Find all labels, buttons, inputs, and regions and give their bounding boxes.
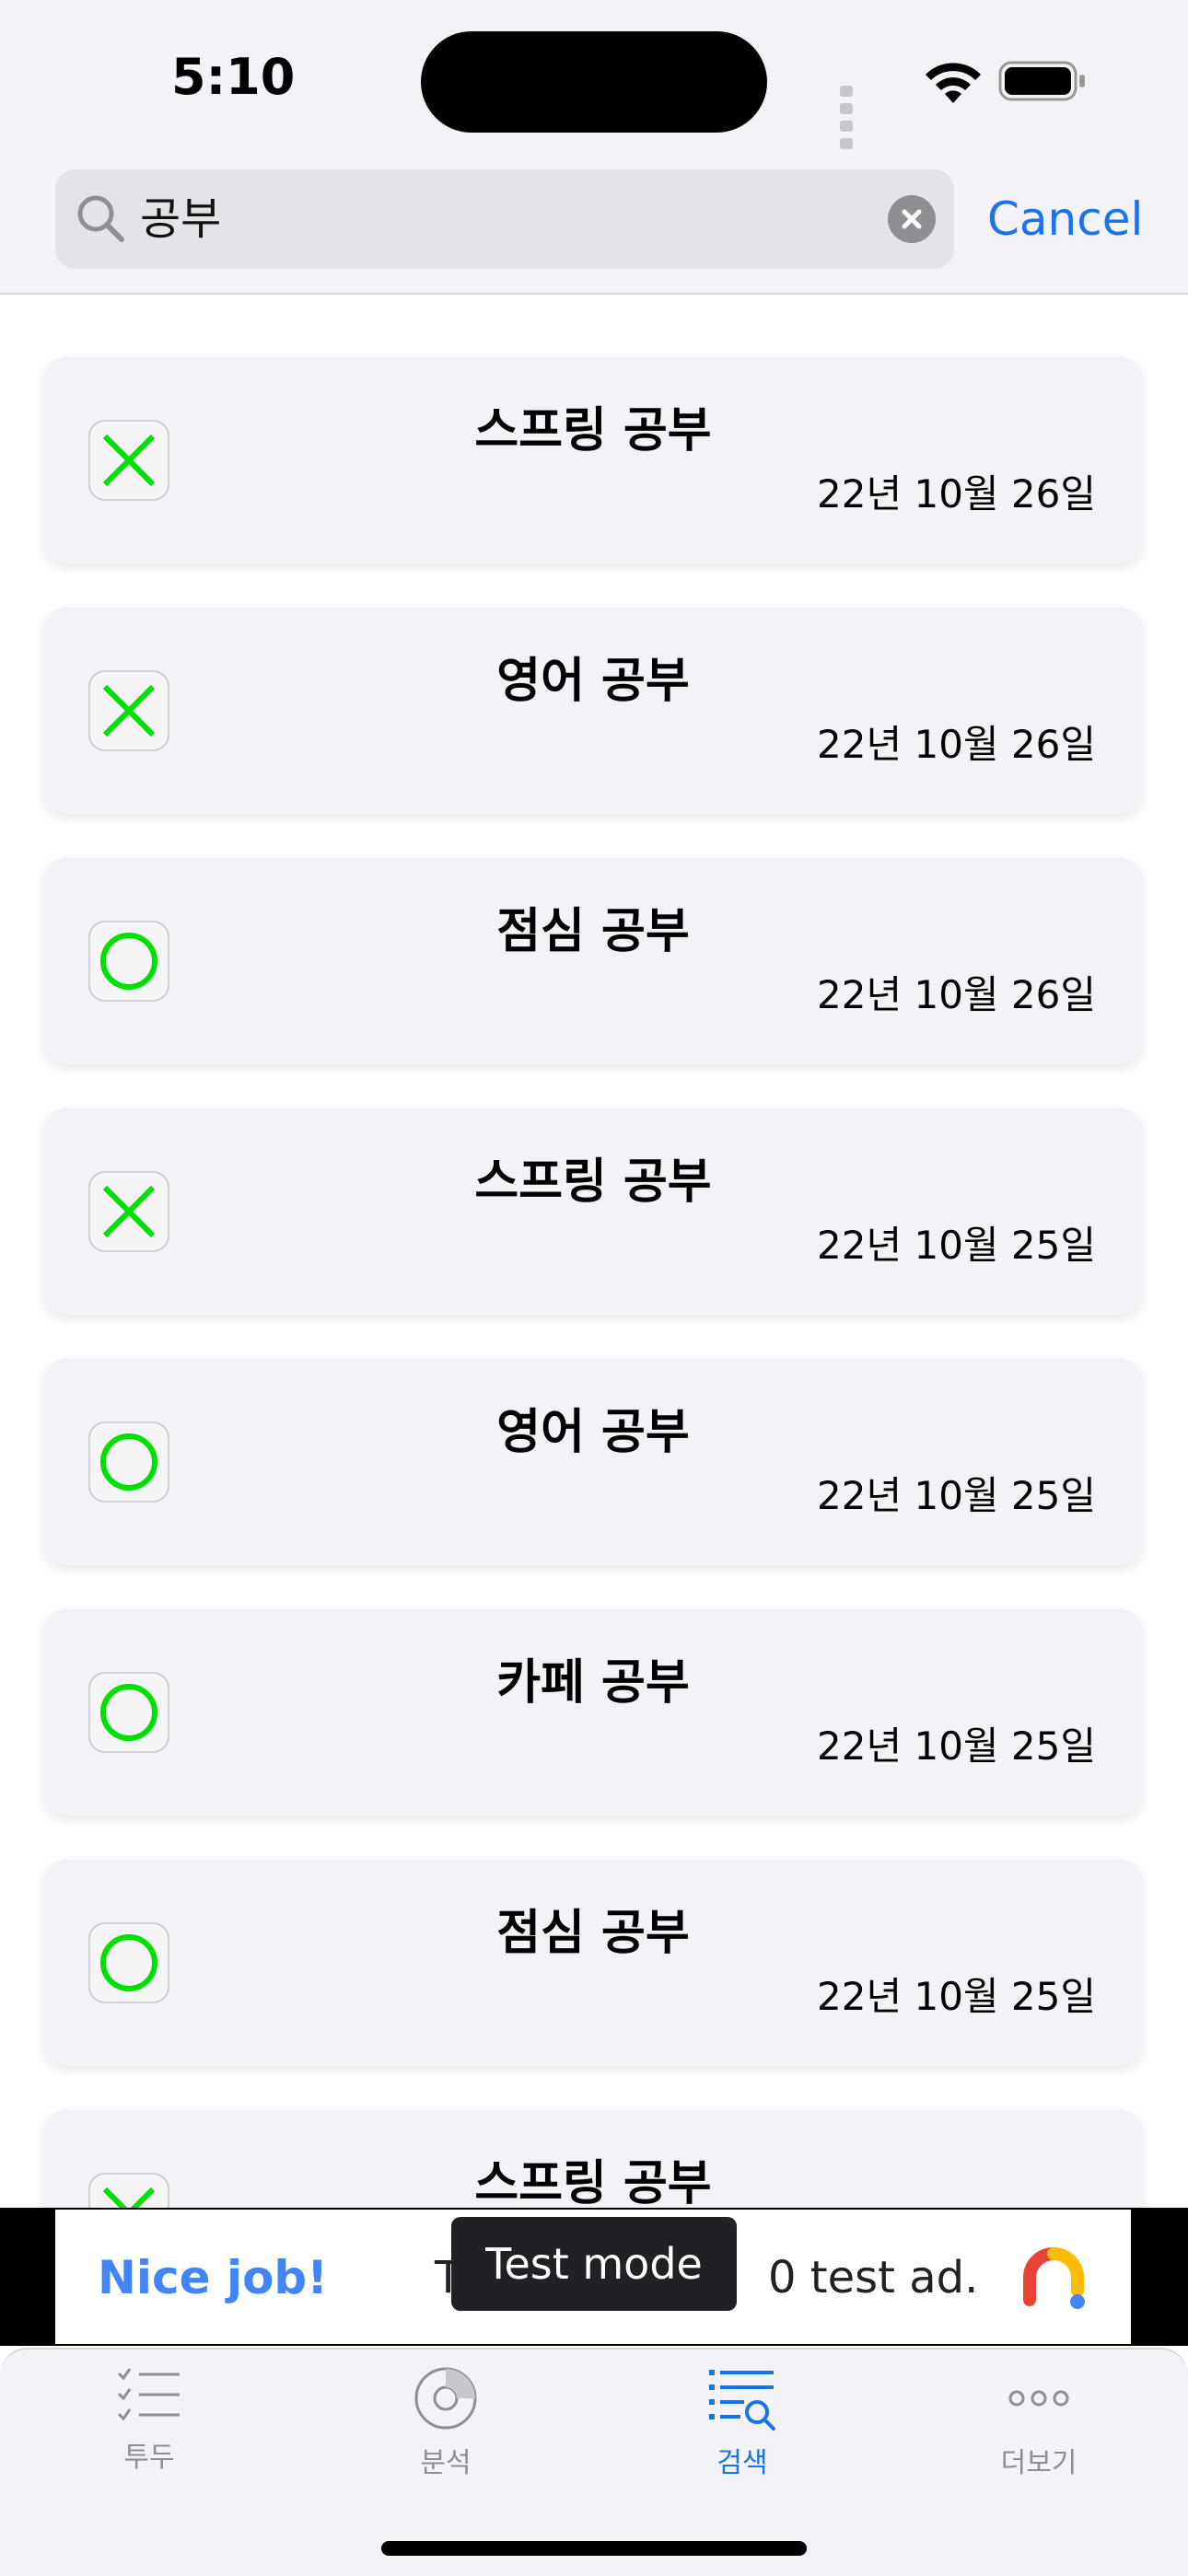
todo-title: 영어 공부 (496, 1405, 690, 1460)
todo-date: 22년 10월 25일 (817, 1974, 1096, 2019)
clear-search-icon[interactable] (888, 195, 936, 243)
todo-date: 22년 10월 26일 (817, 972, 1096, 1017)
battery-icon (998, 61, 1085, 101)
todo-card[interactable]: 점심 공부 22년 10월 26일 (44, 858, 1142, 1064)
status-time: 5:10 (171, 48, 296, 106)
tab-search[interactable]: 검색 (669, 2366, 816, 2504)
todo-title: 스프링 공부 (474, 2156, 712, 2210)
dynamic-island (421, 31, 767, 133)
search-list-icon (709, 2370, 775, 2431)
todo-card[interactable]: 스프링 공부 (44, 2110, 1142, 2210)
cancel-button[interactable]: Cancel (987, 191, 1143, 247)
todo-card[interactable]: 점심 공부 22년 10월 25일 (44, 1860, 1142, 2066)
todo-title: 스프링 공부 (474, 403, 712, 458)
tab-analysis[interactable]: 분석 (372, 2366, 519, 2504)
more-icon (1008, 2390, 1069, 2407)
checklist-icon (117, 2368, 180, 2421)
tab-more[interactable]: 더보기 (965, 2366, 1112, 2504)
todo-title: 영어 공부 (496, 654, 690, 709)
todo-date: 22년 10월 25일 (817, 1223, 1096, 1268)
todo-title: 점심 공부 (496, 904, 690, 959)
todo-card[interactable]: 스프링 공부 22년 10월 26일 (44, 357, 1142, 563)
todo-card[interactable]: 영어 공부 22년 10월 26일 (44, 608, 1142, 814)
todo-date: 22년 10월 26일 (817, 722, 1096, 767)
todo-date: 22년 10월 25일 (817, 1473, 1096, 1518)
search-field[interactable]: 공부 (55, 169, 954, 269)
wifi-icon (926, 63, 981, 103)
test-mode-badge: Test mode (451, 2217, 737, 2311)
search-input[interactable]: 공부 (140, 193, 221, 245)
tab-todo[interactable]: 투두 (76, 2366, 223, 2504)
todo-title: 카페 공부 (496, 1655, 690, 1711)
tab-label: 분석 (420, 2447, 472, 2479)
chart-icon (414, 2367, 477, 2430)
todo-card[interactable]: 카페 공부 22년 10월 25일 (44, 1609, 1142, 1816)
tab-label: 검색 (716, 2447, 768, 2479)
cellular-signal-icon (840, 83, 858, 153)
todo-title: 스프링 공부 (474, 1155, 712, 1210)
todo-list: 스프링 공부 22년 10월 26일 영어 공부 22년 10월 26일 점심 … (0, 295, 1188, 2210)
tab-label: 투두 (123, 2442, 175, 2474)
tab-label: 더보기 (1000, 2447, 1077, 2479)
search-icon (77, 195, 124, 242)
todo-card[interactable]: 영어 공부 22년 10월 25일 (44, 1359, 1142, 1565)
home-indicator[interactable] (381, 2541, 807, 2556)
ad-text: 0 test ad. (768, 2252, 979, 2303)
ad-headline: Nice job! (98, 2251, 329, 2304)
header: 5:10 공부 Cancel (0, 0, 1188, 295)
todo-card[interactable]: 스프링 공부 22년 10월 25일 (44, 1108, 1142, 1315)
todo-date: 22년 10월 26일 (817, 471, 1096, 516)
ad-logo-icon (1023, 2247, 1085, 2309)
todo-title: 점심 공부 (496, 1906, 690, 1961)
todo-date: 22년 10월 25일 (817, 1723, 1096, 1769)
ad-banner[interactable]: Nice job! T 0 test ad. Test mode (55, 2210, 1131, 2344)
